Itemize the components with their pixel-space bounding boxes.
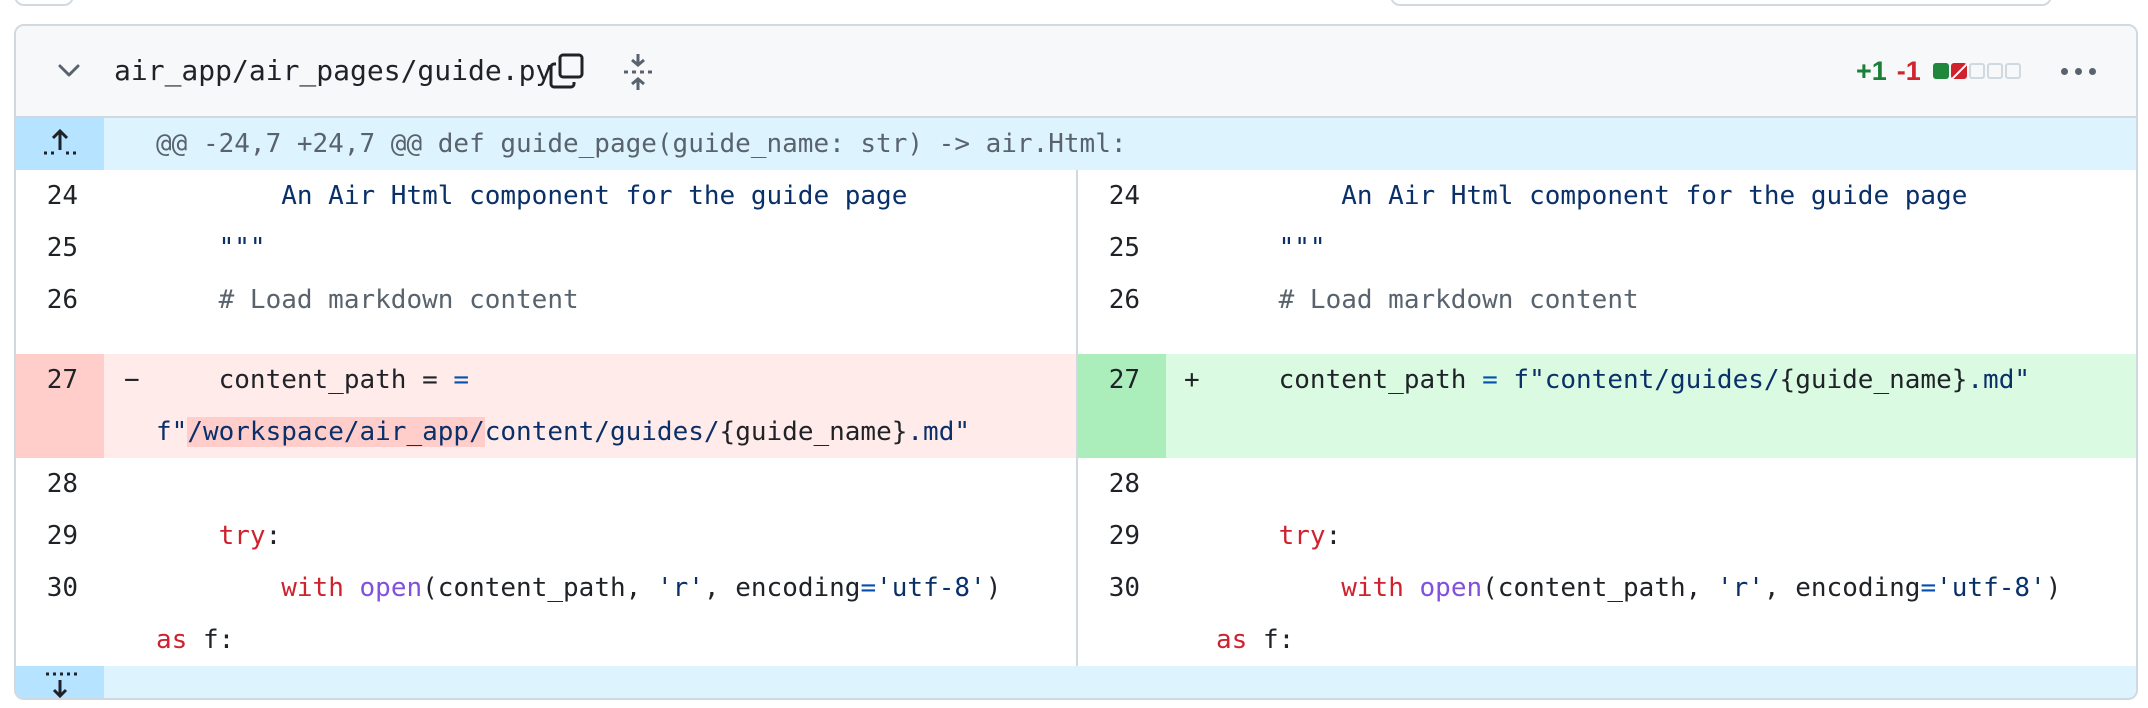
code-token: = — [453, 365, 470, 395]
line-number[interactable]: 26 — [16, 274, 78, 326]
code-token: with — [281, 573, 344, 603]
code-token: open — [1419, 573, 1483, 603]
expand-up-button[interactable] — [16, 118, 104, 170]
code-line: content_path = f"content/guides/{guide_n… — [1216, 354, 2030, 406]
line-number[interactable]: 27 — [1078, 354, 1140, 406]
code-line: """ — [156, 233, 266, 263]
code-line-wrapped: f"/workspace/air_app/content/guides/{gui… — [156, 406, 970, 458]
code-token: .md" — [1967, 365, 2031, 395]
line-number[interactable]: 30 — [1078, 562, 1140, 614]
code-line: try: — [156, 510, 282, 562]
code-line: try: — [1216, 510, 1342, 562]
chevron-down-icon[interactable] — [54, 59, 84, 83]
code-line-wrapped: as f: — [156, 614, 234, 666]
code-token: 'utf-8' — [1936, 573, 2046, 603]
code-token: f: — [187, 625, 235, 655]
code-token: as — [156, 625, 188, 655]
deletions-count: -1 — [1896, 55, 1921, 86]
code-token: : — [265, 521, 282, 551]
code-token: f"content/guides/ — [1497, 365, 1780, 395]
code-token: open — [359, 573, 423, 603]
search-field-edge — [1390, 0, 2052, 6]
line-number[interactable]: 28 — [16, 458, 78, 510]
code-line: with open(content_path, 'r', encoding='u… — [156, 562, 1001, 614]
line-number[interactable]: 29 — [16, 510, 78, 562]
diffstat-neutral-square — [1986, 63, 2003, 79]
line-number[interactable]: 24 — [1078, 170, 1140, 222]
line-number[interactable]: 25 — [16, 222, 78, 274]
code-token: content_path = — [156, 365, 438, 395]
code-token: , encoding — [1763, 573, 1921, 603]
code-token: = — [1920, 573, 1937, 603]
code-token: content_path — [1216, 365, 1483, 395]
expand-down-icon[interactable] — [16, 666, 104, 700]
kebab-icon[interactable] — [2058, 56, 2098, 86]
line-number[interactable]: 29 — [1078, 510, 1140, 562]
code-token: 'utf-8' — [876, 573, 986, 603]
line-number[interactable]: 30 — [16, 562, 78, 614]
code-token: ) — [2045, 573, 2062, 603]
diff-file-card: air_app/air_pages/guide.py +1 -1 @@ -24,… — [14, 24, 2138, 700]
line-number[interactable]: 24 — [16, 170, 78, 222]
copy-icon[interactable] — [548, 52, 586, 90]
file-header: air_app/air_pages/guide.py +1 -1 — [16, 26, 2136, 118]
code-line: # Load markdown content — [1216, 285, 1639, 315]
code-line: # Load markdown content — [156, 285, 579, 315]
code-token: { — [719, 417, 736, 447]
code-line: An Air Html component for the guide page — [156, 181, 908, 211]
code-token: , encoding — [703, 573, 861, 603]
line-number[interactable]: 27 — [16, 354, 78, 406]
diffstat-bar — [1932, 63, 2021, 79]
expand-icon[interactable] — [620, 52, 656, 92]
code-line: """ — [1216, 233, 1326, 263]
code-token: content/guides/ — [484, 417, 720, 447]
addition-marker: + — [1184, 365, 1200, 395]
code-token: = — [860, 573, 877, 603]
code-line: with open(content_path, 'r', encoding='u… — [1216, 562, 2061, 614]
code-token: = — [1482, 365, 1498, 395]
code-token: { — [1779, 365, 1796, 395]
diffstat-neutral-square — [2004, 63, 2021, 79]
additions-count: +1 — [1856, 55, 1887, 86]
deletion-marker: − — [124, 365, 140, 395]
expand-up-icon[interactable] — [16, 118, 104, 170]
code-token: with — [1341, 573, 1404, 603]
code-token: } — [1951, 365, 1968, 395]
code-token: as — [1216, 625, 1248, 655]
expand-down-button[interactable] — [16, 666, 104, 700]
file-path[interactable]: air_app/air_pages/guide.py — [114, 54, 552, 88]
diffstat-added-square — [1932, 63, 1949, 79]
code-line-wrapped: as f: — [1216, 614, 1294, 666]
line-number[interactable]: 28 — [1078, 458, 1140, 510]
hunk-header-row: @@ -24,7 +24,7 @@ def guide_page(guide_n… — [16, 118, 2136, 170]
code-token: 'r' — [656, 573, 704, 603]
line-number[interactable]: 26 — [1078, 274, 1140, 326]
code-line: An Air Html component for the guide page — [1216, 181, 1968, 211]
expand-down-row — [16, 666, 2136, 700]
diff-stats: +1 -1 — [1856, 54, 2021, 88]
code-token: .md" — [907, 417, 971, 447]
code-token: f: — [1247, 625, 1295, 655]
code-token: try — [1278, 521, 1326, 551]
code-token: (content_path, — [422, 573, 657, 603]
code-token: } — [891, 417, 908, 447]
code-token: ) — [985, 573, 1002, 603]
line-number[interactable]: 25 — [1078, 222, 1140, 274]
code-token: f" — [156, 417, 188, 447]
diffstat-deleted-square — [1950, 63, 1967, 79]
code-token: (content_path, — [1482, 573, 1717, 603]
hunk-header-text: @@ -24,7 +24,7 @@ def guide_page(guide_n… — [156, 129, 1127, 159]
code-line: content_path = = — [156, 354, 469, 406]
code-token: : — [1325, 521, 1342, 551]
code-token: guide_name — [1795, 365, 1952, 395]
code-token: 'r' — [1716, 573, 1764, 603]
code-token: try — [218, 521, 266, 551]
previous-file-toggle-edge — [14, 0, 74, 6]
deleted-highlight: /workspace/air_app/ — [187, 417, 485, 447]
diffstat-neutral-square — [1968, 63, 1985, 79]
code-token: guide_name — [735, 417, 892, 447]
